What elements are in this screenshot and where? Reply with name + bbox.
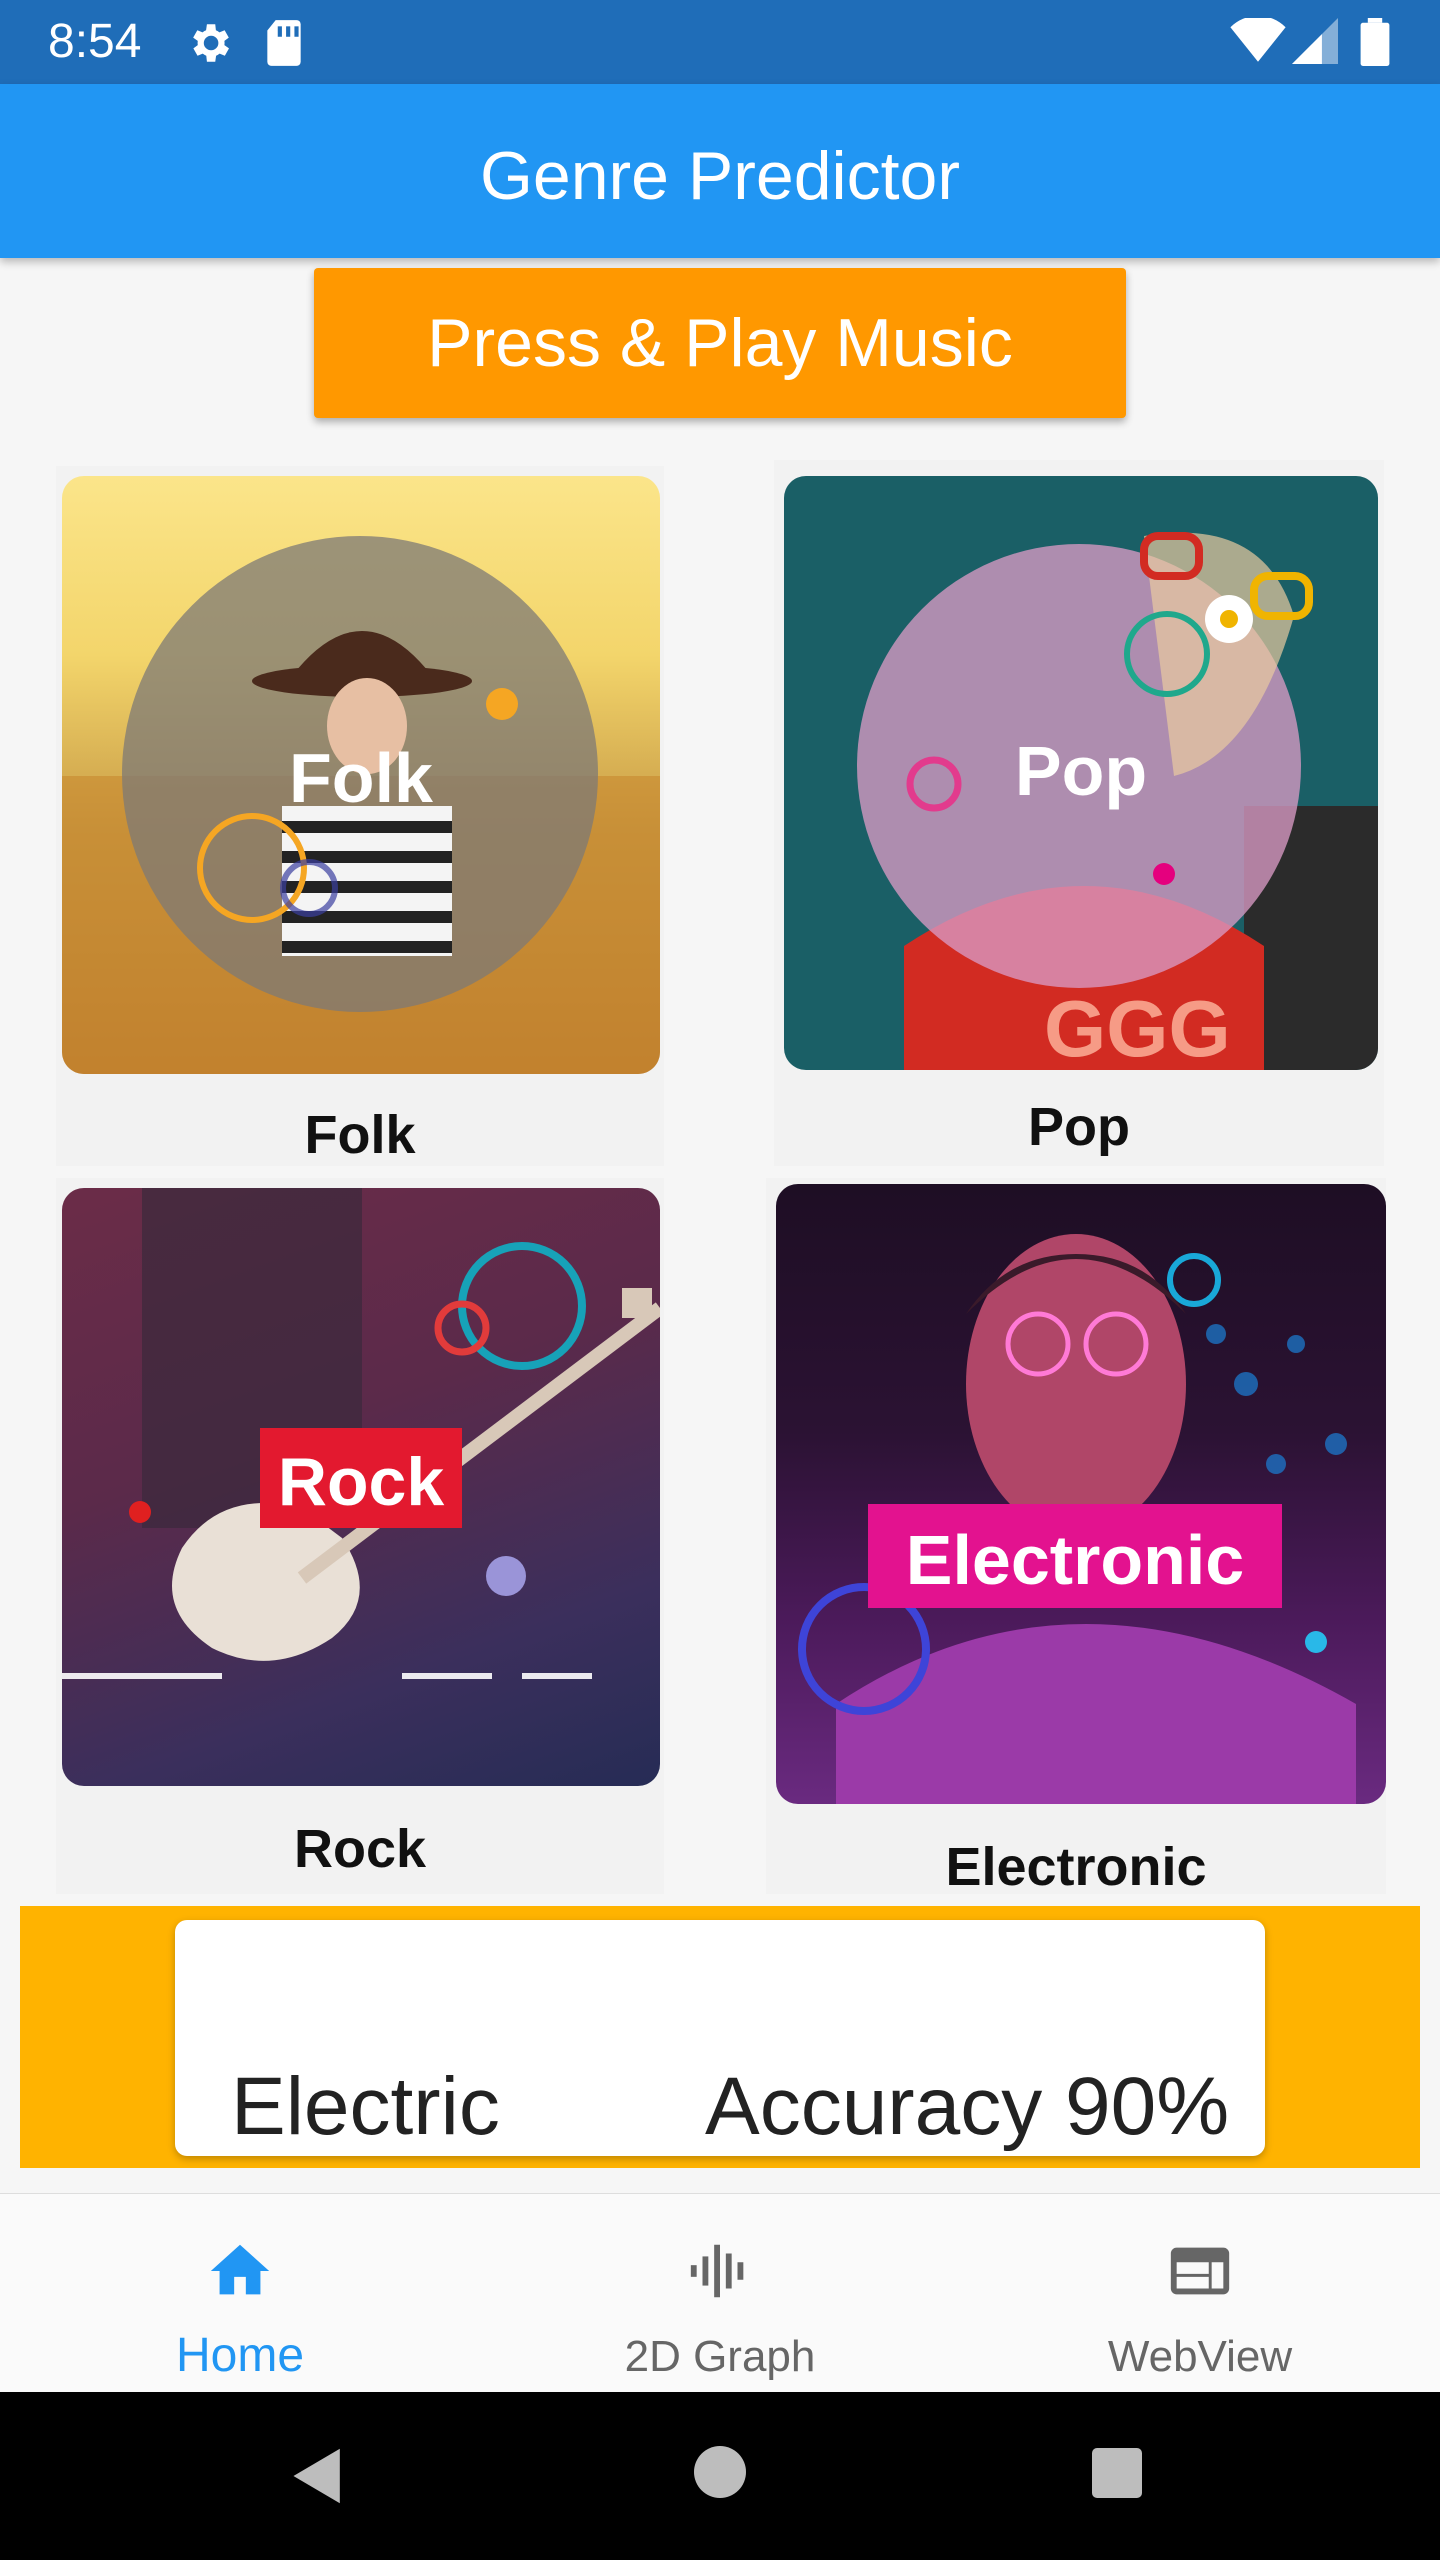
svg-text:GGG: GGG [1044,984,1231,1070]
genre-image-label: Folk [289,739,433,817]
electronic-artwork [798,1234,1356,1804]
predicted-genre: Electric [231,2061,500,2152]
battery-icon [1360,18,1390,66]
genre-card-pop[interactable]: GGG Pop Pop [774,460,1384,1166]
genre-image-label: Pop [1014,732,1148,810]
genre-image-label: Electronic [905,1521,1245,1599]
genre-name-electronic: Electronic [945,1837,1207,1897]
prediction-accuracy: Accuracy 90% [705,2061,1230,2152]
prediction-card: Electric Accuracy 90% [175,1920,1265,2156]
genre-card-folk[interactable]: Folk Folk [56,466,664,1166]
app-bar: Genre Predictor [0,84,1440,258]
nav-label-2d-graph: 2D Graph [624,2332,816,2381]
genre-name-pop: Pop [1028,1097,1130,1157]
recents-icon[interactable] [1092,2448,1142,2498]
home-circle-icon[interactable] [694,2446,746,2498]
prediction-panel: Electric Accuracy 90% [20,1906,1420,2168]
genre-image-label: Rock [277,1444,445,1520]
genre-image-rock[interactable]: Rock [62,1188,660,1786]
genre-image-pop[interactable]: GGG Pop [784,476,1378,1070]
genre-name-folk: Folk [304,1105,416,1165]
bottom-navigation: Home 2D Graph WebView [0,2193,1440,2393]
nav-label-home: Home [175,2329,305,2382]
status-bar: 8:54 [0,0,1440,84]
genre-card-electronic[interactable]: Electronic Electronic [766,1178,1386,1897]
settings-icon [193,24,229,62]
nav-item-2d-graph[interactable]: 2D Graph [480,2194,960,2393]
genre-name-rock: Rock [293,1819,427,1879]
status-time: 8:54 [48,15,142,68]
graph-icon [690,2244,744,2298]
app-title: Genre Predictor [480,138,960,214]
back-icon[interactable] [290,2446,346,2506]
home-icon [210,2244,270,2295]
nav-item-webview[interactable]: WebView [960,2194,1440,2393]
genre-image-electronic[interactable]: Electronic [776,1184,1386,1804]
system-navigation-bar [0,2392,1440,2560]
genre-image-folk[interactable]: Folk [62,476,660,1074]
signal-icon [1292,18,1338,64]
wifi-icon [1230,18,1286,62]
webview-icon [1170,2247,1230,2295]
press-play-music-button[interactable]: Press & Play Music [314,268,1126,418]
sd-card-icon [267,20,301,66]
genre-card-rock[interactable]: Rock Rock [56,1178,664,1894]
nav-item-home[interactable]: Home [0,2194,480,2393]
nav-label-webview: WebView [1107,2332,1293,2381]
